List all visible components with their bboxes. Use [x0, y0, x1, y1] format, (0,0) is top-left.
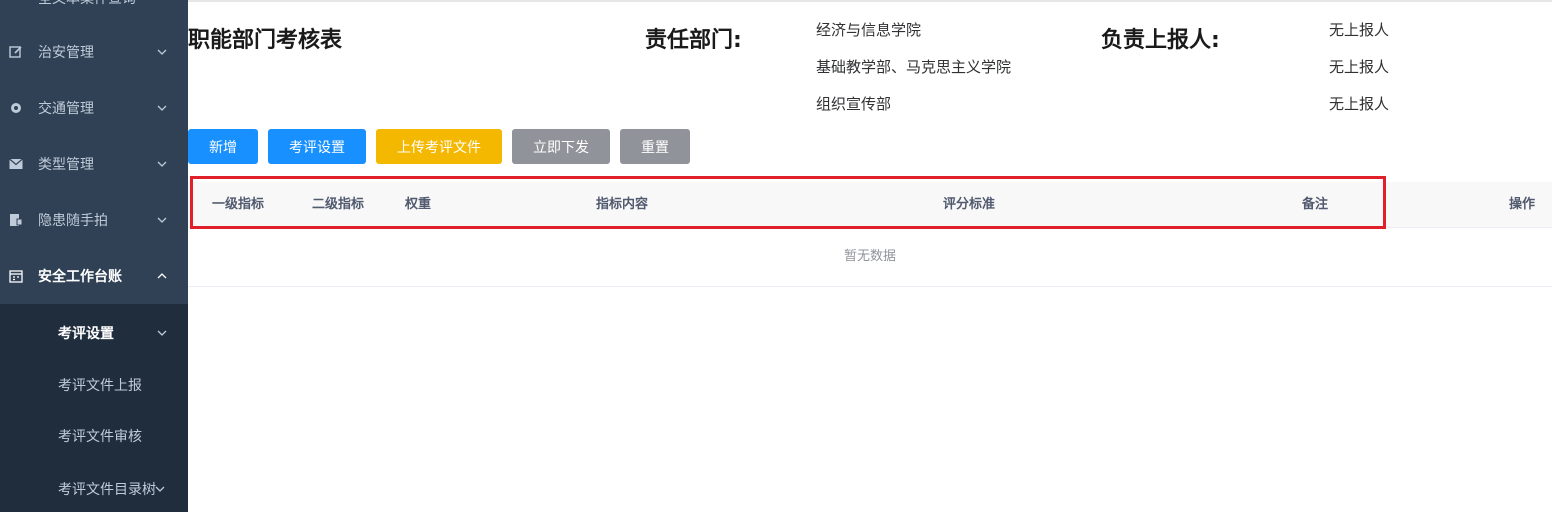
- column-header[interactable]: 一级指标: [212, 182, 264, 227]
- chevron-down-icon: [157, 217, 167, 223]
- chevron-down-icon: [157, 49, 167, 55]
- edit-icon: [8, 44, 24, 60]
- subitem-label: 考评文件目录树: [58, 482, 156, 498]
- subitem-label: 考评文件上报: [58, 378, 142, 394]
- chevron-up-icon: [157, 273, 167, 279]
- chevron-down-icon: [155, 486, 165, 492]
- subitem-label: 考评设置: [58, 326, 114, 342]
- reset-button[interactable]: 重置: [620, 129, 690, 164]
- sidebar-item-label: 交通管理: [38, 101, 94, 117]
- department-list: 经济与信息学院 基础教学部、马克思主义学院 组织宣传部: [816, 19, 1011, 130]
- column-header[interactable]: 评分标准: [943, 182, 995, 227]
- sidebar: 全文本案件查询 治安管理 交通管理 类型管理 隐患随手拍 安全工作台账: [0, 0, 188, 512]
- sidebar-item-safety-ledger[interactable]: 安全工作台账: [0, 248, 188, 304]
- reporter-list: 无上报人 无上报人 无上报人: [1329, 19, 1389, 130]
- sidebar-item-label: 治安管理: [38, 45, 94, 61]
- reporter-name: 无上报人: [1329, 58, 1390, 76]
- sidebar-item-hazard-photo[interactable]: 隐患随手拍: [0, 192, 188, 248]
- upload-file-button[interactable]: 上传考评文件: [376, 129, 502, 164]
- reporter-label: 负责上报人:: [1101, 28, 1220, 53]
- chevron-down-icon: [157, 330, 167, 336]
- add-button[interactable]: 新增: [188, 129, 258, 164]
- sidebar-item-partial[interactable]: 全文本案件查询: [0, 0, 188, 8]
- department-name: 经济与信息学院: [816, 21, 922, 39]
- column-header[interactable]: 备注: [1302, 182, 1328, 227]
- gear-icon: [8, 100, 24, 116]
- mail-icon: [8, 156, 24, 172]
- sidebar-item-label: 全文本案件查询: [38, 0, 136, 8]
- table-empty-row: 暂无数据: [188, 228, 1552, 287]
- subitem-file-report[interactable]: 考评文件上报: [0, 360, 188, 410]
- column-header[interactable]: 权重: [405, 182, 431, 227]
- evaluation-settings-button[interactable]: 考评设置: [268, 129, 366, 164]
- subitem-file-review[interactable]: 考评文件审核: [0, 411, 188, 461]
- top-divider: [188, 0, 1552, 2]
- chevron-down-icon: [157, 105, 167, 111]
- calendar-icon: [8, 268, 24, 284]
- sidebar-item-label: 隐患随手拍: [38, 213, 108, 229]
- sidebar-item-traffic[interactable]: 交通管理: [0, 80, 188, 136]
- issue-now-button[interactable]: 立即下发: [512, 129, 610, 164]
- sidebar-item-label: 类型管理: [38, 157, 94, 173]
- subitem-file-tree[interactable]: 考评文件目录树: [0, 464, 188, 512]
- sidebar-item-type-management[interactable]: 类型管理: [0, 136, 188, 192]
- table-header: 一级指标 二级指标 权重 指标内容 评分标准 备注 操作: [188, 182, 1552, 228]
- column-header[interactable]: 指标内容: [596, 182, 648, 227]
- reporter-name: 无上报人: [1329, 21, 1390, 39]
- subitem-label: 考评文件审核: [58, 429, 142, 445]
- sidebar-item-public-security[interactable]: 治安管理: [0, 24, 188, 80]
- subitem-evaluation-settings[interactable]: 考评设置: [0, 308, 188, 358]
- department-name: 基础教学部、马克思主义学院: [816, 58, 1012, 76]
- page-title: 职能部门考核表: [188, 28, 343, 53]
- sidebar-item-label: 安全工作台账: [38, 269, 122, 285]
- reporter-name: 无上报人: [1329, 95, 1390, 113]
- chevron-down-icon: [157, 161, 167, 167]
- dept-label: 责任部门:: [645, 28, 742, 53]
- column-header[interactable]: 操作: [1509, 182, 1535, 227]
- empty-text: 暂无数据: [843, 249, 896, 264]
- column-header[interactable]: 二级指标: [312, 182, 364, 227]
- camera-icon: [8, 212, 24, 228]
- department-name: 组织宣传部: [816, 95, 892, 113]
